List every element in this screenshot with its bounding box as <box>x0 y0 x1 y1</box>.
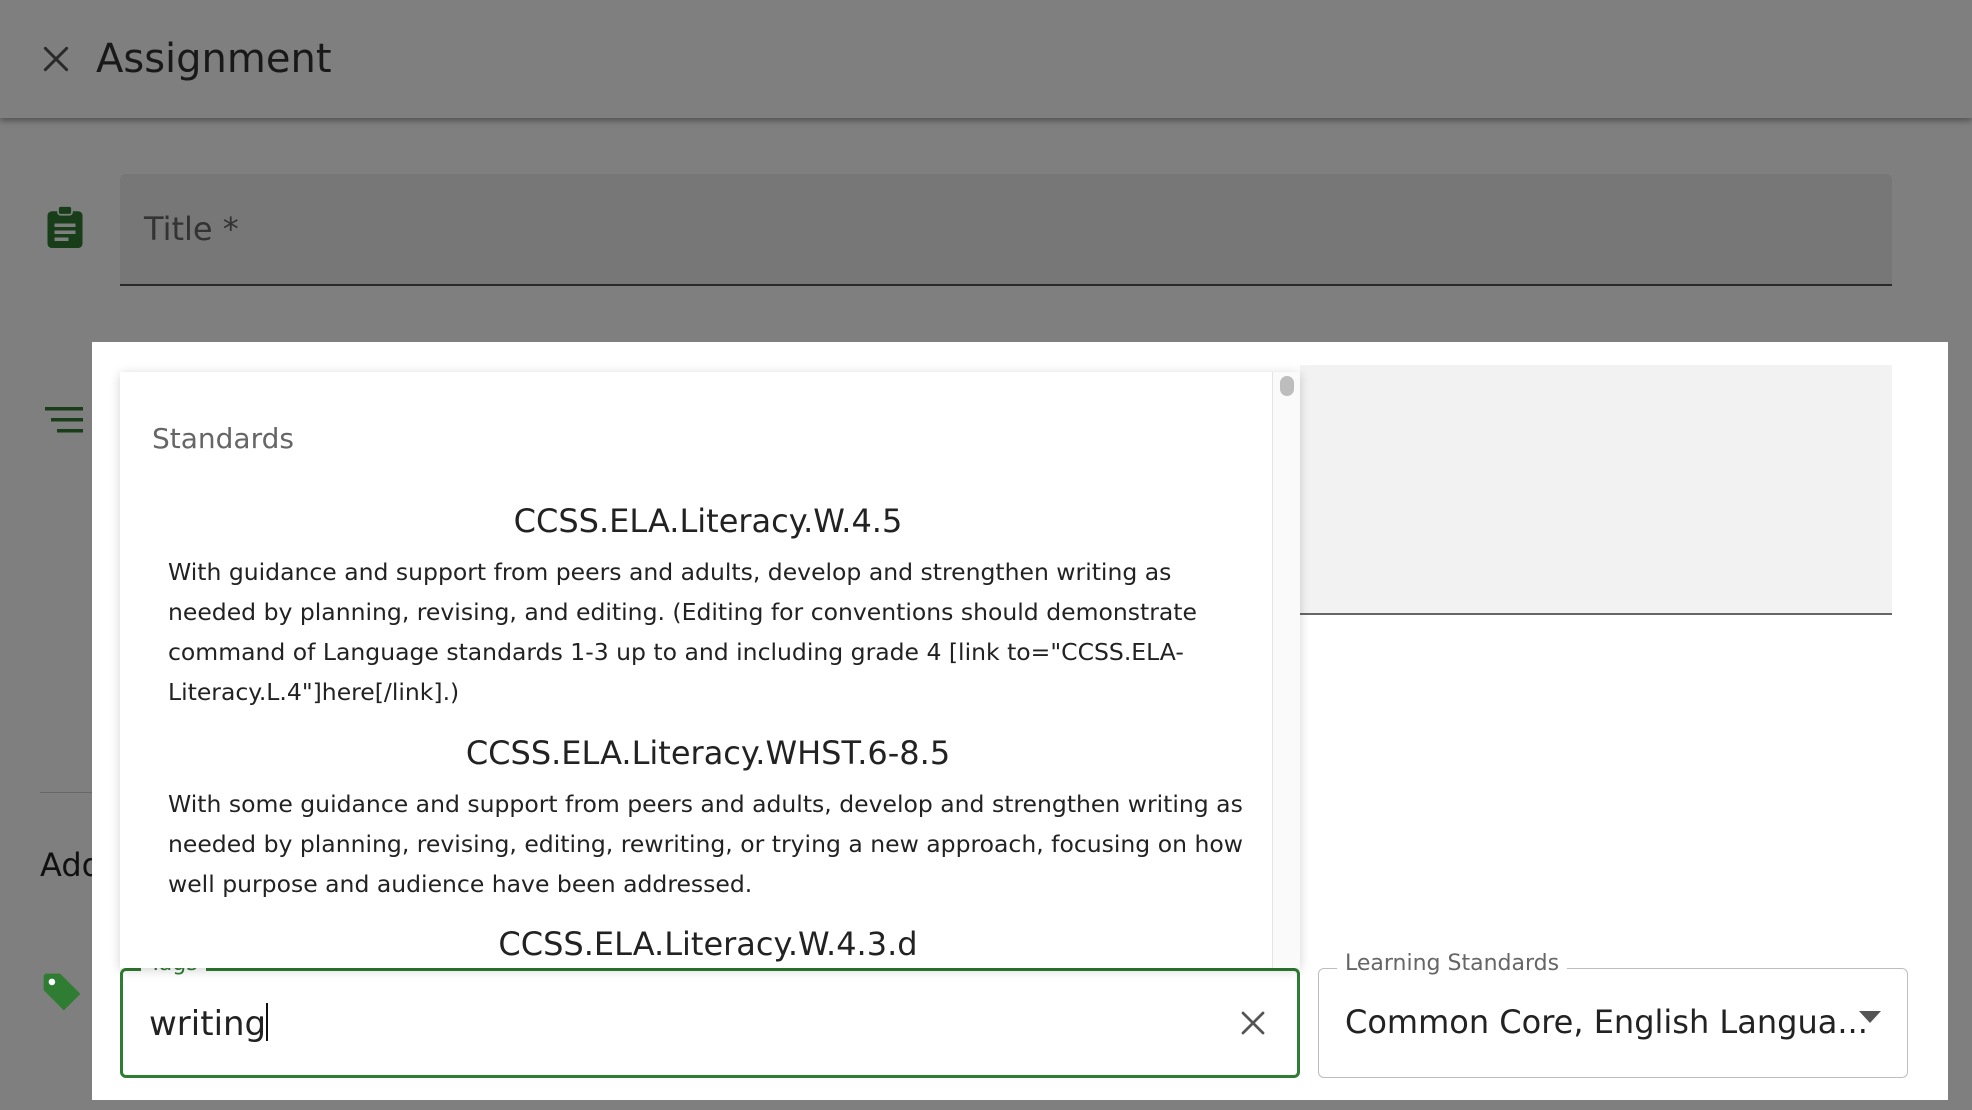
standard-code: CCSS.ELA.Literacy.W.4.3.d <box>498 925 918 963</box>
standard-code: CCSS.ELA.Literacy.WHST.6-8.5 <box>465 734 951 772</box>
tags-input[interactable]: Tags writing <box>120 951 1300 1078</box>
description-field-visible[interactable] <box>1300 365 1892 615</box>
standard-option[interactable]: CCSS.ELA.Literacy.W.4.5 With guidance an… <box>168 502 1248 712</box>
learning-standards-value: Common Core, English Langua... <box>1345 1003 1868 1041</box>
dropdown-section-header: Standards <box>152 422 294 455</box>
standard-description: With some guidance and support from peer… <box>168 790 1243 898</box>
tag-icon <box>40 970 86 1016</box>
standard-code: CCSS.ELA.Literacy.W.4.5 <box>513 502 903 540</box>
dropdown-arrow-icon[interactable] <box>1859 1011 1881 1023</box>
standard-option[interactable]: CCSS.ELA.Literacy.W.4.3.d <box>168 925 1248 968</box>
standard-description: With guidance and support from peers and… <box>168 558 1197 706</box>
learning-standards-label: Learning Standards <box>1337 951 1568 976</box>
standard-option[interactable]: CCSS.ELA.Literacy.WHST.6-8.5 With some g… <box>168 734 1248 904</box>
text-caret <box>266 1003 269 1041</box>
clear-tags-button[interactable] <box>1231 1001 1275 1045</box>
scrollbar-thumb[interactable] <box>1280 376 1294 396</box>
standards-dropdown: Standards CCSS.ELA.Literacy.W.4.5 With g… <box>120 372 1300 968</box>
clear-icon <box>1241 1011 1265 1035</box>
dropdown-list: Standards CCSS.ELA.Literacy.W.4.5 With g… <box>120 372 1272 968</box>
dropdown-scrollbar[interactable] <box>1272 372 1300 968</box>
learning-standards-select[interactable]: Learning Standards Common Core, English … <box>1318 951 1908 1078</box>
tags-value-wrap: writing <box>149 1003 269 1044</box>
tags-value: writing <box>149 1004 267 1044</box>
